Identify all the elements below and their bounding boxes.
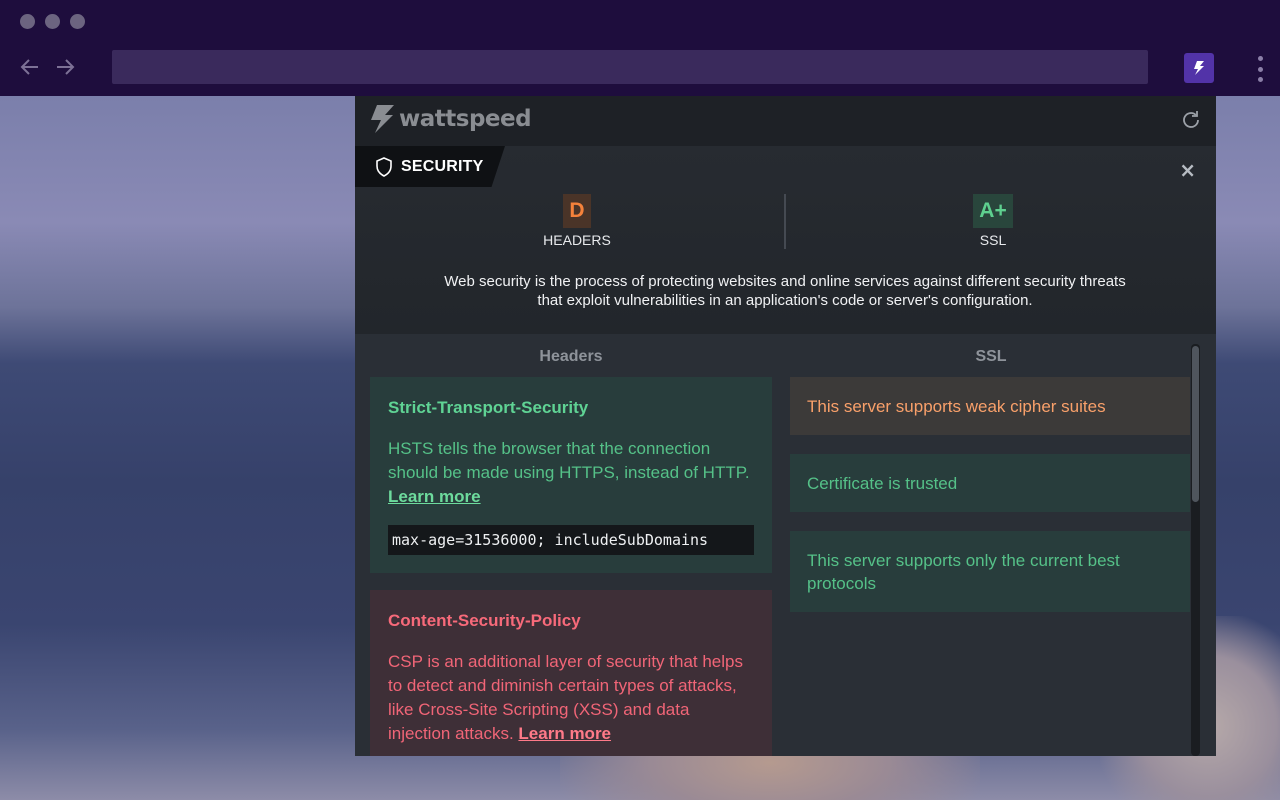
- address-bar[interactable]: [112, 50, 1148, 84]
- card-body: HSTS tells the browser that the connecti…: [388, 439, 750, 506]
- grade-label: HEADERS: [543, 232, 611, 248]
- shield-icon: [376, 156, 392, 177]
- arrow-right-icon[interactable]: [53, 56, 77, 80]
- grade-letter: A+: [973, 194, 1013, 228]
- security-summary: SECURITY × D HEADERS A+ SSL Web security…: [355, 146, 1216, 334]
- scrollbar[interactable]: [1191, 344, 1200, 756]
- learn-more-link[interactable]: Learn more: [518, 724, 611, 743]
- close-icon[interactable]: ×: [1179, 160, 1196, 180]
- grade-letter: D: [563, 194, 591, 228]
- logo-text: wattspeed: [399, 106, 532, 132]
- window-controls: [20, 14, 85, 29]
- ssl-item-protocols: This server supports only the current be…: [790, 531, 1190, 612]
- window-maximize-dot[interactable]: [70, 14, 85, 29]
- scrollbar-thumb[interactable]: [1192, 346, 1199, 502]
- wattspeed-panel: wattspeed SECURITY × D HEADERS A+ SSL We…: [355, 96, 1216, 756]
- ssl-item-weak-ciphers: This server supports weak cipher suites: [790, 377, 1190, 435]
- lightning-bolt-icon: [371, 105, 394, 133]
- card-body: CSP is an additional layer of security t…: [388, 652, 743, 743]
- panel-header: wattspeed: [355, 96, 1216, 146]
- security-description: Web security is the process of protectin…: [444, 273, 1126, 309]
- grade-ssl[interactable]: A+ SSL: [933, 194, 1053, 248]
- ssl-item-certificate: Certificate is trusted: [790, 454, 1190, 512]
- details-content: Headers SSL Strict-Transport-Security HS…: [355, 334, 1216, 756]
- learn-more-link[interactable]: Learn more: [388, 487, 481, 506]
- browser-chrome: [0, 0, 1280, 96]
- refresh-icon[interactable]: [1180, 109, 1202, 131]
- divider: [784, 194, 786, 249]
- header-card-csp: Content-Security-Policy CSP is an additi…: [370, 590, 772, 756]
- tab-security[interactable]: SECURITY: [355, 146, 505, 187]
- grade-headers[interactable]: D HEADERS: [517, 194, 637, 248]
- ssl-column-title: SSL: [975, 348, 1007, 365]
- headers-column-title: Headers: [539, 348, 603, 365]
- lightning-bolt-icon[interactable]: [1184, 53, 1214, 83]
- card-title: Strict-Transport-Security: [388, 398, 589, 417]
- vertical-dots-icon[interactable]: [1252, 54, 1268, 84]
- card-title: Content-Security-Policy: [388, 611, 581, 630]
- header-card-hsts: Strict-Transport-Security HSTS tells the…: [370, 377, 772, 573]
- tab-label: SECURITY: [401, 157, 484, 175]
- window-close-dot[interactable]: [20, 14, 35, 29]
- header-value: max-age=31536000; includeSubDomains: [388, 525, 754, 555]
- window-minimize-dot[interactable]: [45, 14, 60, 29]
- grade-label: SSL: [979, 232, 1007, 248]
- arrow-left-icon[interactable]: [18, 56, 42, 80]
- wattspeed-logo: wattspeed: [369, 104, 532, 134]
- grades: D HEADERS A+ SSL: [355, 194, 1216, 256]
